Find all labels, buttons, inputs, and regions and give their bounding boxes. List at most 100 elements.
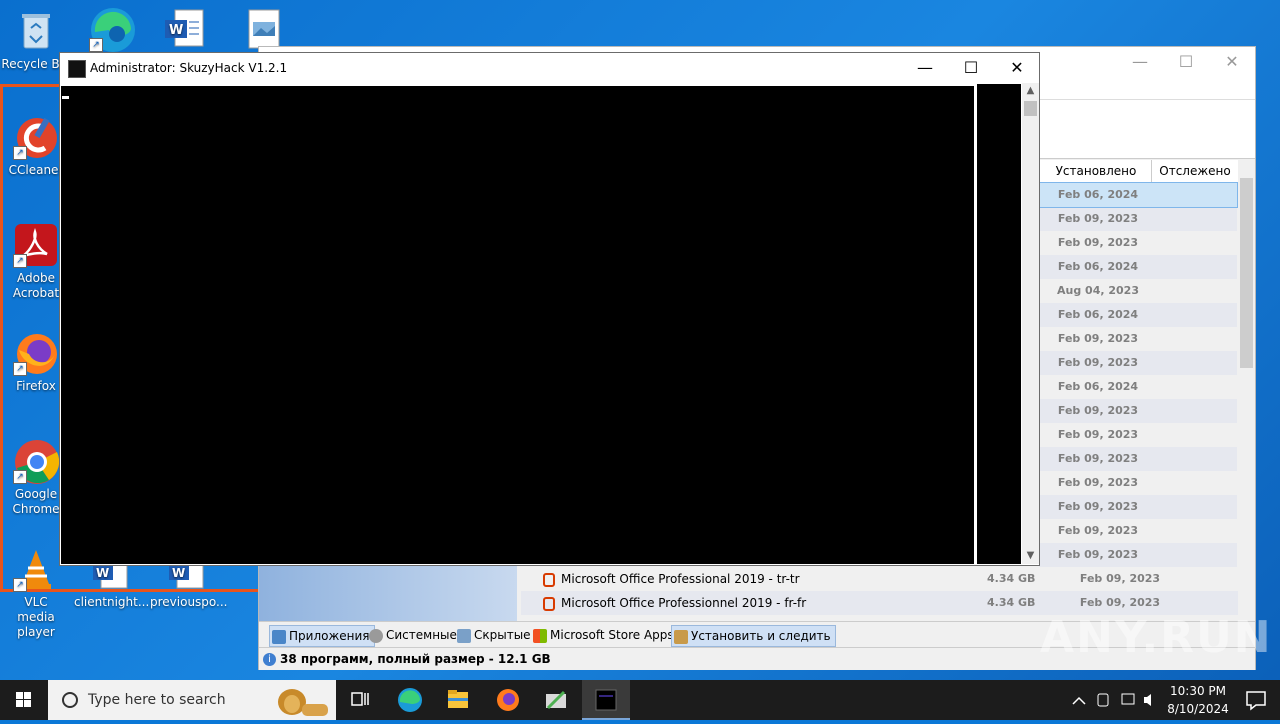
table-row[interactable]: Feb 09, 2023 bbox=[1039, 351, 1237, 375]
taskbar-edge[interactable] bbox=[386, 680, 434, 720]
installed-date: Feb 06, 2024 bbox=[1057, 260, 1139, 273]
installed-date: Feb 09, 2023 bbox=[1057, 428, 1139, 441]
table-row[interactable]: Feb 06, 2024 bbox=[1038, 182, 1238, 208]
table-row[interactable]: Feb 09, 2023 bbox=[1039, 519, 1237, 543]
tab-store-apps[interactable]: Microsoft Store Apps bbox=[531, 625, 678, 645]
console-scrollbar[interactable]: ▲ ▼ bbox=[1022, 83, 1039, 564]
network-icon[interactable] bbox=[1121, 693, 1135, 705]
console-icon bbox=[595, 689, 617, 711]
clock-date: 8/10/2024 bbox=[1167, 702, 1229, 716]
notification-icon bbox=[1246, 691, 1266, 711]
minimize-button[interactable]: — bbox=[1117, 47, 1163, 77]
firefox-icon bbox=[497, 689, 519, 711]
console-maximize-button[interactable]: ☐ bbox=[948, 53, 994, 83]
task-view-icon bbox=[351, 692, 369, 706]
taskbar: Type here to search 10:30 PM 8/10/2024 bbox=[0, 680, 1280, 720]
table-row[interactable]: Feb 09, 2023 bbox=[1039, 207, 1237, 231]
total-size: 12.1 GB bbox=[497, 652, 551, 666]
windows-logo-icon bbox=[16, 692, 31, 707]
installed-date: Feb 09, 2023 bbox=[1057, 548, 1139, 561]
taskbar-clock[interactable]: 10:30 PM 8/10/2024 bbox=[1160, 682, 1236, 718]
installed-date: Feb 09, 2023 bbox=[1057, 332, 1139, 345]
table-row[interactable]: Feb 09, 2023 bbox=[1039, 447, 1237, 471]
clock-time: 10:30 PM bbox=[1170, 684, 1226, 698]
console-title: Administrator: SkuzyHack V1.2.1 bbox=[90, 61, 288, 75]
edge-icon bbox=[398, 688, 422, 712]
tab-applications[interactable]: Приложения bbox=[269, 625, 375, 647]
taskbar-firefox[interactable] bbox=[484, 680, 532, 720]
desktop-icon-edge[interactable]: ↗ bbox=[76, 6, 148, 55]
console-output[interactable] bbox=[61, 86, 974, 564]
category-panel bbox=[259, 565, 517, 621]
table-row[interactable]: Feb 09, 2023 bbox=[1039, 423, 1237, 447]
program-size: 4.34 GB bbox=[987, 572, 1036, 585]
lion-image-icon bbox=[278, 689, 328, 716]
scrollbar-thumb[interactable] bbox=[1240, 178, 1253, 368]
apps-icon bbox=[272, 629, 286, 644]
desktop-icon-label: Google Chrome bbox=[12, 487, 60, 516]
firefox-icon: ↗ bbox=[13, 330, 59, 376]
installed-date: Feb 09, 2023 bbox=[1057, 524, 1139, 537]
folder-icon bbox=[448, 690, 468, 708]
box-icon bbox=[674, 629, 688, 644]
edge-icon: ↗ bbox=[89, 6, 135, 52]
adobe-acrobat-icon: ↗ bbox=[13, 222, 59, 268]
volume-icon[interactable] bbox=[1144, 694, 1151, 706]
system-tray bbox=[1068, 680, 1160, 720]
scroll-down-icon[interactable]: ▼ bbox=[1022, 548, 1039, 564]
table-row[interactable]: Feb 09, 2023 bbox=[1039, 327, 1237, 351]
column-header-tracked[interactable]: Отслежено bbox=[1151, 160, 1238, 183]
taskbar-skuzyhack[interactable] bbox=[582, 680, 630, 720]
office-icon bbox=[543, 596, 555, 611]
maximize-button[interactable]: ☐ bbox=[1163, 47, 1209, 77]
table-row[interactable]: Feb 09, 2023 bbox=[1039, 495, 1237, 519]
shortcut-arrow-icon: ↗ bbox=[13, 146, 27, 160]
table-row[interactable]: Feb 09, 2023 bbox=[1039, 471, 1237, 495]
table-row[interactable]: Aug 04, 2023 bbox=[1039, 279, 1237, 303]
chevron-up-icon[interactable] bbox=[1072, 696, 1086, 705]
notifications-button[interactable] bbox=[1232, 680, 1280, 720]
table-row[interactable]: Feb 06, 2024 bbox=[1039, 375, 1237, 399]
installed-date: Feb 09, 2023 bbox=[1079, 572, 1161, 585]
console-window[interactable]: Administrator: SkuzyHack V1.2.1 — ☐ ✕ ▲ … bbox=[59, 52, 1040, 566]
gear-icon bbox=[369, 628, 383, 643]
taskbar-search-box[interactable]: Type here to search bbox=[48, 680, 336, 720]
tab-install-monitor[interactable]: Установить и следить bbox=[671, 625, 836, 647]
tab-label: Скрытые bbox=[474, 628, 531, 642]
table-row[interactable]: Feb 06, 2024 bbox=[1039, 255, 1237, 279]
column-header-installed[interactable]: Установлено bbox=[1039, 160, 1152, 183]
start-button[interactable] bbox=[0, 680, 48, 720]
windows-store-icon bbox=[533, 628, 547, 643]
table-row[interactable]: Feb 06, 2024 bbox=[1039, 303, 1237, 327]
scrollbar-thumb[interactable] bbox=[1024, 101, 1037, 116]
tab-system[interactable]: Системные bbox=[367, 625, 461, 645]
chrome-icon: ↗ bbox=[13, 438, 60, 484]
task-view-button[interactable] bbox=[336, 680, 384, 720]
svg-text:W: W bbox=[169, 23, 183, 38]
taskbar-file-explorer[interactable] bbox=[434, 680, 482, 720]
console-titlebar[interactable]: Administrator: SkuzyHack V1.2.1 — ☐ ✕ bbox=[60, 53, 1039, 83]
network-device-icon[interactable] bbox=[1097, 693, 1109, 707]
scroll-up-icon[interactable]: ▲ bbox=[1022, 83, 1039, 99]
table-row[interactable]: Feb 09, 2023 bbox=[1039, 399, 1237, 423]
table-row[interactable]: Feb 09, 2023 bbox=[1039, 543, 1237, 567]
tab-hidden[interactable]: Скрытые bbox=[455, 625, 535, 645]
shortcut-arrow-icon: ↗ bbox=[13, 254, 27, 268]
office-icon bbox=[543, 572, 555, 587]
console-close-button[interactable]: ✕ bbox=[994, 53, 1040, 83]
installed-date: Feb 09, 2023 bbox=[1057, 236, 1139, 249]
taskbar-installer-app[interactable] bbox=[532, 680, 580, 720]
search-placeholder: Type here to search bbox=[88, 692, 226, 708]
desktop-icon-label: previouspo... bbox=[150, 595, 228, 609]
close-button[interactable]: ✕ bbox=[1209, 47, 1255, 77]
list-scrollbar[interactable] bbox=[1238, 160, 1255, 620]
program-row[interactable]: Microsoft Office Professional 2019 - tr-… bbox=[521, 567, 1239, 591]
installed-date: Aug 04, 2023 bbox=[1057, 284, 1139, 297]
table-row[interactable]: Feb 09, 2023 bbox=[1039, 231, 1237, 255]
desktop-icon-label: Adobe Acrobat bbox=[12, 271, 60, 300]
console-minimize-button[interactable]: — bbox=[902, 53, 948, 83]
watermark-logo: ANY.RUN bbox=[1040, 612, 1273, 663]
desktop-icon-word-doc[interactable]: W bbox=[148, 8, 220, 57]
text-cursor bbox=[62, 96, 69, 99]
installed-date: Feb 09, 2023 bbox=[1057, 212, 1139, 225]
